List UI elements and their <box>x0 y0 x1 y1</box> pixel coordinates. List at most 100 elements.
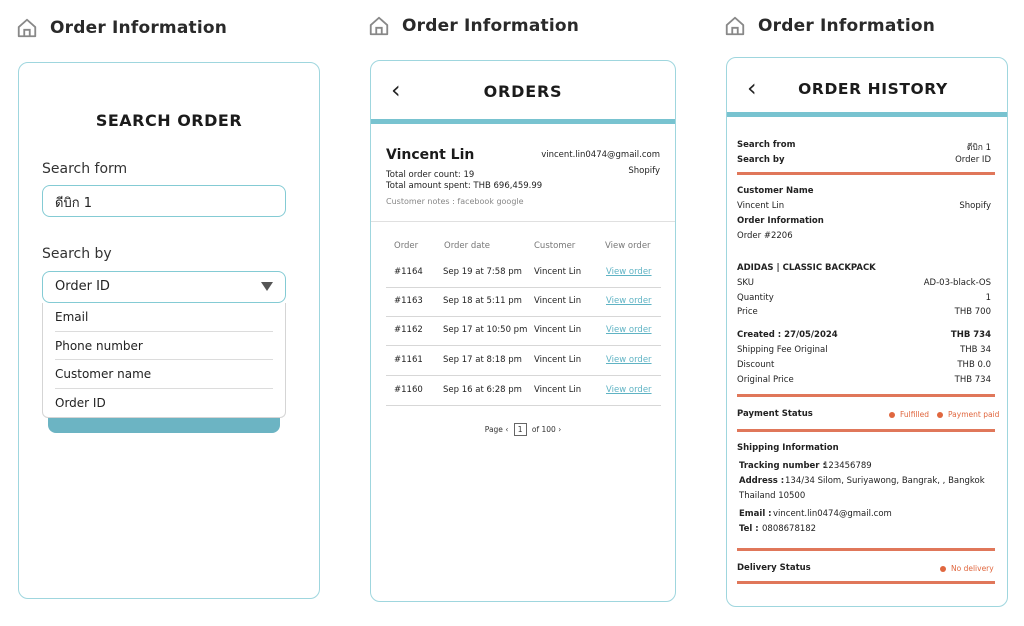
customer-email: vincent.lin0474@gmail.com <box>541 150 660 160</box>
search-order-title: SEARCH ORDER <box>95 111 243 130</box>
search-by-dropdown-menu: Email Phone number Customer name Order I… <box>42 303 286 418</box>
search-order-panel: SEARCH ORDER Search form ดีบิก 1 Search … <box>18 62 320 599</box>
view-order-link[interactable]: View order <box>606 385 652 395</box>
customer-source: Shopify <box>959 201 991 211</box>
section-title: Order Information <box>50 18 228 38</box>
orders-panel: ‹ ORDERS Vincent Lin vincent.lin0474@gma… <box>370 60 676 602</box>
column-header-order: Order <box>394 241 419 251</box>
order-customer: Vincent Lin <box>534 296 582 306</box>
search-form-input[interactable]: ดีบิก 1 <box>42 185 286 217</box>
prev-page-chevron-icon[interactable]: ‹ <box>505 425 508 434</box>
address-line-2: Thailand 10500 <box>739 491 806 501</box>
address-value: 134/34 Silom, Suriyawong, Bangrak, , Ban… <box>785 476 985 486</box>
table-row: #1162 Sep 17 at 10:50 pm Vincent Lin Vie… <box>386 317 661 346</box>
order-number: #1163 <box>394 296 423 306</box>
sku-value: AD-03-black-OS <box>923 278 991 288</box>
status-dot-icon <box>940 565 946 572</box>
status-badge: Fulfilled <box>889 410 929 419</box>
current-page-input[interactable]: 1 <box>513 423 527 436</box>
search-button[interactable] <box>48 417 280 433</box>
search-by-label: Search by <box>737 155 785 165</box>
total-order-count: Total order count: 19 <box>386 170 475 180</box>
order-number: #1164 <box>394 267 423 277</box>
order-date: Sep 17 at 10:50 pm <box>443 325 528 335</box>
dropdown-option-customer-name[interactable]: Customer name <box>55 360 273 389</box>
home-icon[interactable] <box>724 15 746 37</box>
order-information-label: Order Information <box>737 216 824 226</box>
table-row: #1163 Sep 18 at 5:11 pm Vincent Lin View… <box>386 288 661 317</box>
orders-header: ‹ ORDERS <box>371 61 675 121</box>
tracking-number-label: Tracking number : <box>739 461 826 471</box>
search-from-value: ดีบิก 1 <box>966 143 991 153</box>
fulfilled-status: Fulfilled <box>900 410 930 419</box>
quantity-label: Quantity <box>737 293 774 303</box>
search-form-label: Search form <box>42 161 128 177</box>
view-order-link[interactable]: View order <box>606 325 652 335</box>
header-divider <box>727 112 1007 117</box>
section-header-2: Order Information <box>368 15 579 37</box>
shipping-information-label: Shipping Information <box>737 443 839 453</box>
tel-value: 0808678182 <box>762 524 817 534</box>
shipping-fee-label: Shipping Fee Original <box>737 345 828 355</box>
dropdown-arrow-icon[interactable] <box>261 282 273 291</box>
order-history-panel: ‹ ORDER HISTORY Search from ดีบิก 1 Sear… <box>726 57 1008 607</box>
search-by-selected-value: Order ID <box>55 279 110 294</box>
view-order-link[interactable]: View order <box>606 355 652 365</box>
home-icon[interactable] <box>368 15 390 37</box>
table-row: #1164 Sep 19 at 7:58 pm Vincent Lin View… <box>386 259 661 288</box>
table-row: #1160 Sep 16 at 6:28 pm Vincent Lin View… <box>386 377 661 406</box>
order-date: Sep 17 at 8:18 pm <box>443 355 522 365</box>
order-customer: Vincent Lin <box>534 325 582 335</box>
no-delivery-status: No delivery <box>951 564 994 573</box>
price-label: Price <box>737 307 758 317</box>
product-name: ADIDAS | CLASSIC BACKPACK <box>737 263 876 273</box>
next-page-chevron-icon[interactable]: › <box>558 425 561 434</box>
customer-notes: Customer notes : facebook google <box>386 197 524 206</box>
search-by-select[interactable]: Order ID <box>42 271 286 303</box>
home-icon[interactable] <box>16 17 38 39</box>
total-pages: 100 <box>541 425 556 434</box>
quantity-value: 1 <box>985 293 991 303</box>
search-from-label: Search from <box>737 140 796 150</box>
order-date: Sep 16 at 6:28 pm <box>443 385 522 395</box>
delivery-status-label: Delivery Status <box>737 563 811 573</box>
search-by-label: Search by <box>42 246 112 262</box>
view-order-link[interactable]: View order <box>606 267 652 277</box>
original-price-value: THB 734 <box>954 375 991 385</box>
order-number: #1160 <box>394 385 423 395</box>
tracking-number-value: 123456789 <box>823 461 872 471</box>
status-dot-icon <box>889 411 895 418</box>
address-label: Address : <box>739 476 785 486</box>
view-order-link[interactable]: View order <box>606 296 652 306</box>
discount-value: THB 0.0 <box>957 360 991 370</box>
created-total: THB 734 <box>950 330 991 340</box>
sku-label: SKU <box>737 278 754 288</box>
order-number: Order #2206 <box>737 231 793 241</box>
dropdown-option-order-id[interactable]: Order ID <box>55 389 273 418</box>
search-by-value: Order ID <box>955 155 991 165</box>
page-of-label: of <box>531 425 540 434</box>
payment-status-label: Payment Status <box>737 409 813 419</box>
divider <box>737 581 995 584</box>
shipping-fee-value: THB 34 <box>960 345 991 355</box>
total-amount-spent: Total amount spent: THB 696,459.99 <box>386 181 543 191</box>
order-customer: Vincent Lin <box>534 385 582 395</box>
divider <box>737 429 995 432</box>
order-date: Sep 18 at 5:11 pm <box>443 296 522 306</box>
divider <box>737 172 995 175</box>
dropdown-option-phone-number[interactable]: Phone number <box>55 332 273 360</box>
divider <box>371 221 675 222</box>
divider <box>737 394 995 397</box>
order-customer: Vincent Lin <box>534 355 582 365</box>
customer-source: Shopify <box>628 166 660 176</box>
column-header-order-date: Order date <box>444 241 491 251</box>
tel-label: Tel : <box>739 524 759 534</box>
column-header-view-order: View order <box>605 241 651 251</box>
payment-paid-status: Payment paid <box>948 410 1000 419</box>
original-price-label: Original Price <box>737 375 794 385</box>
section-title: Order Information <box>402 16 580 36</box>
order-history-title: ORDER HISTORY <box>798 80 948 98</box>
status-badge: Payment paid <box>937 410 999 419</box>
section-title: Order Information <box>758 16 936 36</box>
dropdown-option-email[interactable]: Email <box>55 303 273 332</box>
